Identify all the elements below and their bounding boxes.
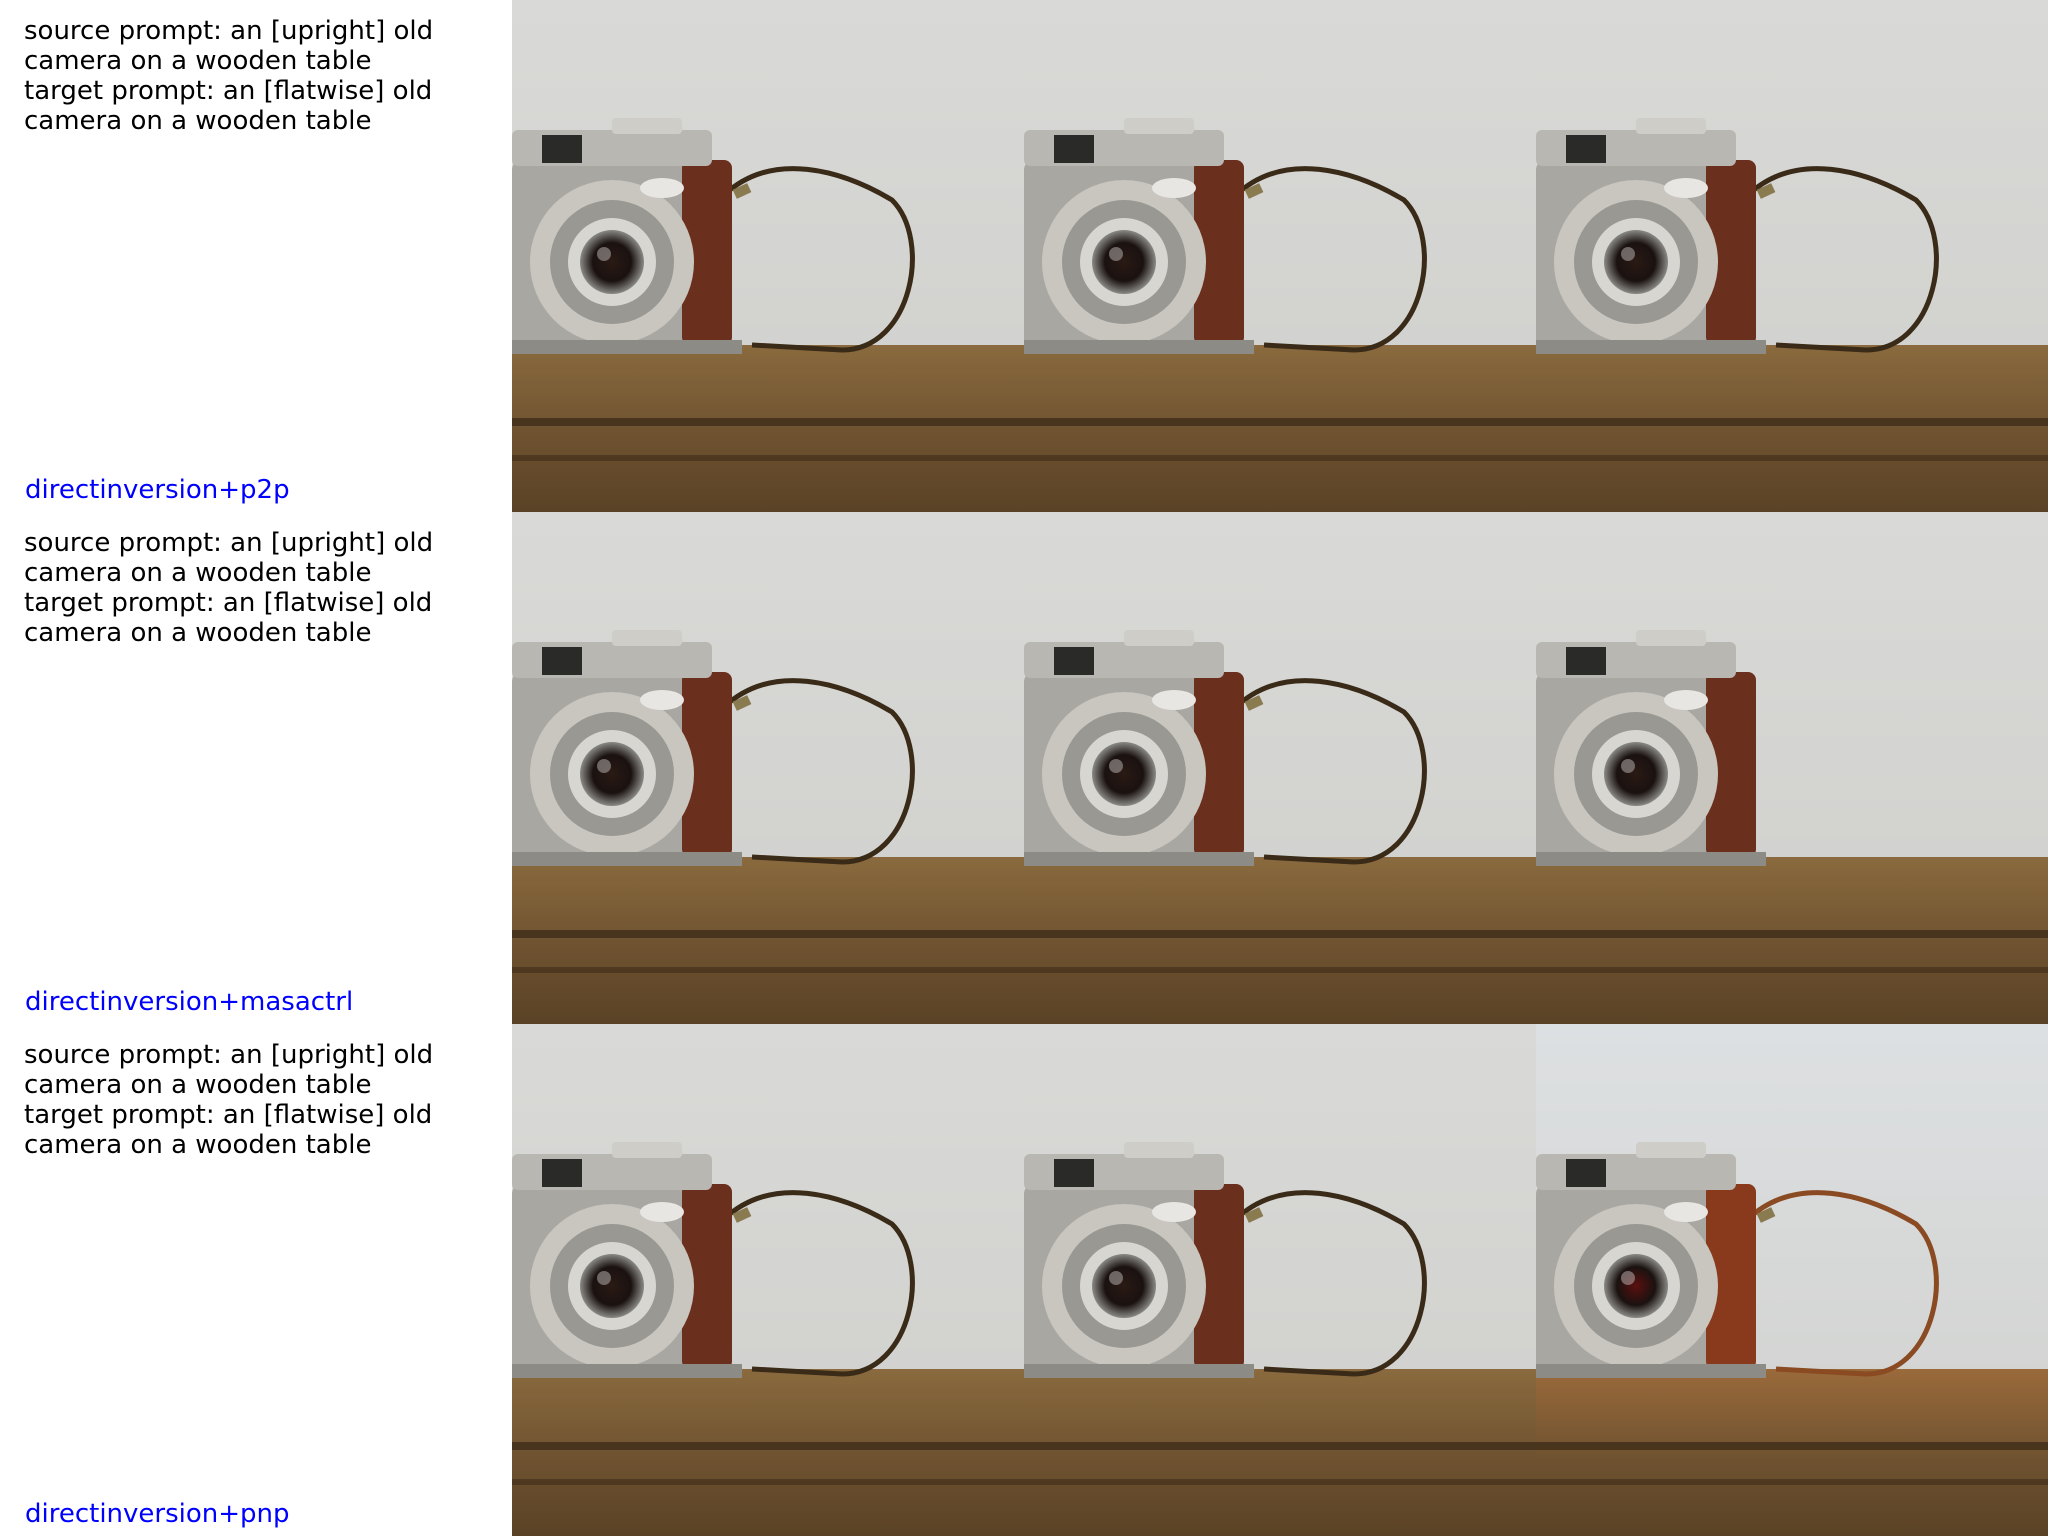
prompt-text: source prompt: an [upright] old camera o…	[24, 16, 494, 136]
target-prompt: target prompt: an [flatwise] old camera …	[24, 76, 433, 136]
comparison-grid: source prompt: an [upright] old camera o…	[0, 0, 2048, 1536]
edited-image	[1536, 512, 2048, 1024]
row-label-cell: source prompt: an [upright] old camera o…	[0, 512, 512, 1024]
prompt-text: source prompt: an [upright] old camera o…	[24, 1040, 494, 1160]
reconstructed-image	[1024, 0, 1536, 512]
method-label: directinversion+p2p	[25, 475, 290, 505]
source-image	[512, 0, 1024, 512]
method-label: directinversion+masactrl	[25, 987, 354, 1017]
row-label-cell: source prompt: an [upright] old camera o…	[0, 1024, 512, 1536]
reconstructed-image	[1024, 1024, 1536, 1536]
source-image	[512, 512, 1024, 1024]
prompt-text: source prompt: an [upright] old camera o…	[24, 528, 494, 648]
source-image	[512, 1024, 1024, 1536]
source-prompt: source prompt: an [upright] old camera o…	[24, 1040, 434, 1100]
edited-image	[1536, 0, 2048, 512]
source-prompt: source prompt: an [upright] old camera o…	[24, 528, 434, 588]
source-prompt: source prompt: an [upright] old camera o…	[24, 16, 434, 76]
edited-image	[1536, 1024, 2048, 1536]
reconstructed-image	[1024, 512, 1536, 1024]
target-prompt: target prompt: an [flatwise] old camera …	[24, 588, 433, 648]
method-label: directinversion+pnp	[25, 1499, 290, 1529]
row-label-cell: source prompt: an [upright] old camera o…	[0, 0, 512, 512]
target-prompt: target prompt: an [flatwise] old camera …	[24, 1100, 433, 1160]
